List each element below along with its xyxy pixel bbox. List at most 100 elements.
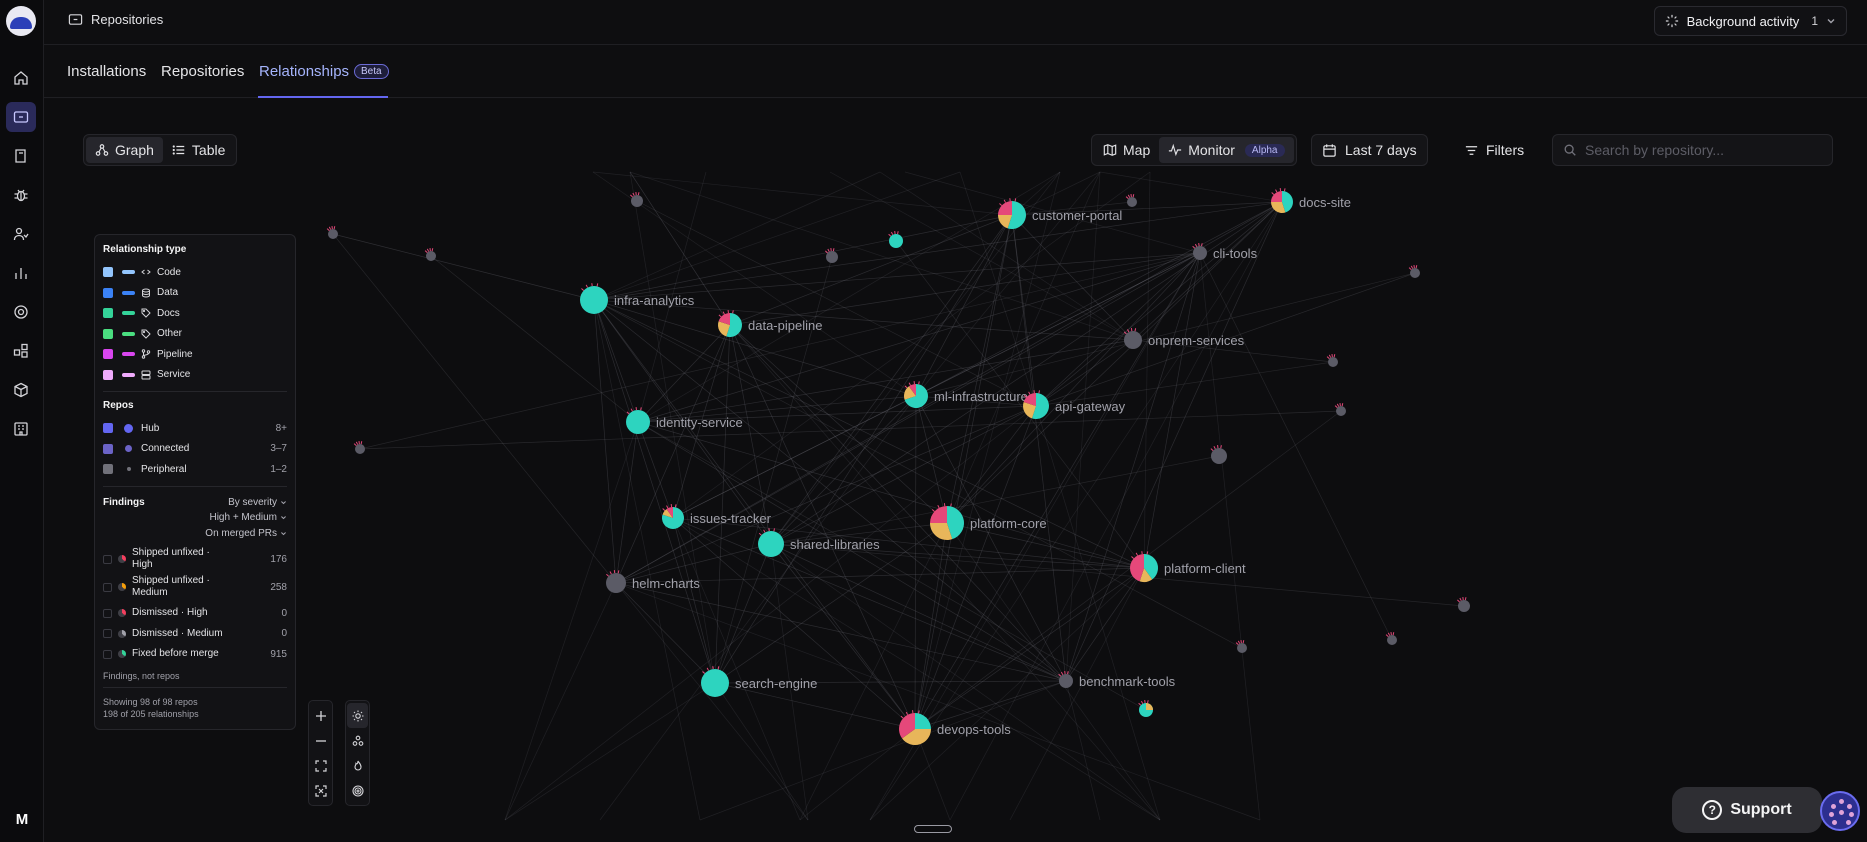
beta-badge: Beta <box>354 64 389 79</box>
fullscreen-button[interactable] <box>310 778 331 803</box>
sidebar-item-book[interactable] <box>6 141 36 171</box>
legend-repo-hub[interactable]: Hub 8+ <box>103 418 287 439</box>
sidebar-item-integrations[interactable] <box>6 336 36 366</box>
fit-view-button[interactable] <box>310 753 331 778</box>
repo-node[interactable] <box>1408 265 1420 278</box>
background-activity-button[interactable]: Background activity 1 <box>1653 6 1847 36</box>
finding-label: Fixed before merge <box>132 648 219 660</box>
repo-node[interactable] <box>1125 194 1137 207</box>
sidebar-item-home[interactable] <box>6 63 36 93</box>
relationship-edge <box>672 517 716 684</box>
heat-layout-button[interactable] <box>347 753 368 778</box>
table-view-button[interactable]: Table <box>163 137 234 163</box>
assistant-icon[interactable] <box>1820 791 1860 831</box>
filters-label: Filters <box>1486 142 1525 158</box>
repo-node-platform-core[interactable] <box>930 503 965 541</box>
relationship-edge <box>869 567 1145 821</box>
user-avatar[interactable]: M <box>9 806 35 832</box>
relationship-edge <box>593 299 716 684</box>
legend-repo-connected[interactable]: Connected 3–7 <box>103 439 287 460</box>
repo-node-data-pipeline[interactable] <box>718 310 743 337</box>
repo-node-issues-tracker[interactable] <box>662 504 685 530</box>
radial-layout-button[interactable] <box>347 778 368 803</box>
repo-node[interactable] <box>1138 700 1153 717</box>
filters-button[interactable]: Filters <box>1464 134 1524 166</box>
finding-row[interactable]: Fixed before merge 915 <box>103 644 287 665</box>
repo-node[interactable] <box>424 248 436 261</box>
relationship-edge <box>359 410 1342 450</box>
sidebar-item-chart[interactable] <box>6 258 36 288</box>
repo-node[interactable] <box>1210 445 1227 464</box>
app-logo[interactable] <box>6 6 36 36</box>
zoom-out-button[interactable] <box>310 728 331 753</box>
sidebar-item-users[interactable] <box>6 219 36 249</box>
repositories-icon <box>13 111 29 123</box>
breadcrumb-label[interactable]: Repositories <box>91 12 163 27</box>
repo-node-infra-analytics[interactable] <box>580 283 608 314</box>
repo-node[interactable] <box>888 231 903 248</box>
zoom-in-button[interactable] <box>310 703 331 728</box>
light-mode-button[interactable] <box>347 703 368 728</box>
finding-checkbox[interactable] <box>103 649 112 659</box>
repo-node[interactable] <box>353 441 365 454</box>
repo-node[interactable] <box>1385 632 1397 645</box>
legend-item-docs[interactable]: Docs <box>103 303 287 324</box>
repo-node[interactable] <box>1235 640 1247 653</box>
relationship-edge <box>593 299 701 821</box>
repo-node[interactable] <box>1457 597 1470 612</box>
repo-node[interactable] <box>1326 354 1338 367</box>
repo-node[interactable] <box>326 226 338 239</box>
sidebar-item-building[interactable] <box>6 414 36 444</box>
findings-level-dropdown[interactable]: High + Medium <box>103 510 287 526</box>
repo-node[interactable] <box>630 192 643 207</box>
finding-checkbox[interactable] <box>103 582 112 592</box>
cluster-layout-button[interactable] <box>347 728 368 753</box>
sidebar-item-package[interactable] <box>6 375 36 405</box>
findings-by-dropdown[interactable]: By severity <box>228 495 287 511</box>
legend-item-service[interactable]: Service <box>103 365 287 386</box>
legend-repo-peripheral[interactable]: Peripheral 1–2 <box>103 459 287 480</box>
finding-row[interactable]: Shipped unfixed · High 176 <box>103 547 287 571</box>
map-mode-button[interactable]: Map <box>1094 137 1159 163</box>
relationship-edge <box>946 171 1101 524</box>
drawer-handle[interactable] <box>914 825 952 833</box>
legend-item-other[interactable]: Other <box>103 324 287 345</box>
repo-node-helm-charts[interactable] <box>606 570 626 593</box>
search-input[interactable] <box>1585 142 1805 158</box>
findings-scope-dropdown[interactable]: On merged PRs <box>103 526 287 542</box>
legend-item-data[interactable]: Data <box>103 283 287 304</box>
finding-row[interactable]: Dismissed · Medium 0 <box>103 624 287 645</box>
repo-node-identity-service[interactable] <box>626 407 650 434</box>
finding-label: Shipped unfixed · Medium <box>132 575 210 598</box>
map-mode-label: Map <box>1123 142 1151 158</box>
repo-node-platform-client[interactable] <box>1130 551 1158 583</box>
repo-node-search-engine[interactable] <box>701 666 729 697</box>
repo-node-devops-tools[interactable] <box>898 710 931 745</box>
tab-relationships[interactable]: Relationships <box>259 63 349 80</box>
legend-line <box>122 290 135 295</box>
finding-row[interactable]: Shipped unfixed · Medium 258 <box>103 571 287 603</box>
legend-item-pipeline[interactable]: Pipeline <box>103 344 287 365</box>
date-range-button[interactable]: Last 7 days <box>1311 134 1428 166</box>
graph-view-button[interactable]: Graph <box>86 137 163 163</box>
legend-item-code[interactable]: Code <box>103 262 287 283</box>
tab-installations[interactable]: Installations <box>67 63 146 80</box>
chevron-down-icon <box>281 500 286 505</box>
folder-icon <box>68 14 83 25</box>
relationship-edge <box>699 680 1067 821</box>
repo-node-ml-infrastructure[interactable] <box>904 381 928 408</box>
finding-checkbox[interactable] <box>103 554 112 564</box>
sidebar-item-target[interactable] <box>6 297 36 327</box>
sidebar-item-bug[interactable] <box>6 180 36 210</box>
finding-checkbox[interactable] <box>103 608 112 618</box>
support-button[interactable]: ? Support <box>1672 787 1822 833</box>
finding-row[interactable]: Dismissed · High 0 <box>103 603 287 624</box>
tab-repositories[interactable]: Repositories <box>161 63 244 80</box>
repo-node[interactable] <box>825 248 838 263</box>
relationship-edge <box>1143 171 1151 569</box>
finding-checkbox[interactable] <box>103 629 112 639</box>
repo-node-docs-site[interactable] <box>1271 188 1293 214</box>
sidebar-item-repositories[interactable] <box>6 102 36 132</box>
monitor-mode-button[interactable]: Monitor Alpha <box>1159 137 1294 163</box>
repo-node-customer-portal[interactable] <box>998 198 1026 229</box>
